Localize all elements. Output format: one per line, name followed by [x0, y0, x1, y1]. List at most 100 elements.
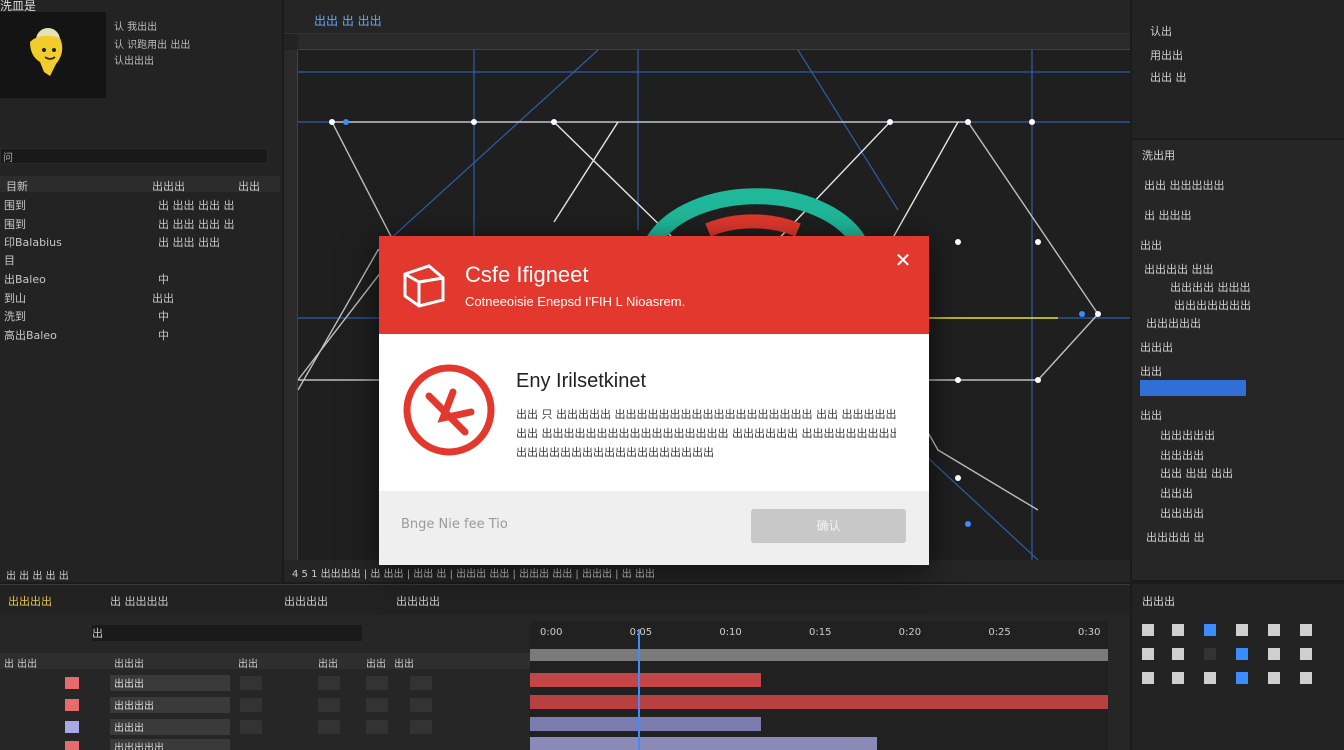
layer-color-swatch[interactable]	[65, 677, 79, 689]
effect-row[interactable]: 出出	[1140, 404, 1336, 424]
effect-row[interactable]: 出出 出出 出出	[1140, 462, 1336, 482]
project-footer-toolbar[interactable]: 出 出 出 出 出	[0, 564, 280, 582]
timeline-search-input[interactable]: 出	[92, 625, 362, 641]
tool-icon	[1172, 624, 1184, 636]
project-thumbnail	[0, 12, 106, 98]
vertical-ruler[interactable]	[284, 50, 298, 560]
item-name: 围到	[4, 199, 26, 212]
effect-row[interactable]: 出出	[1140, 234, 1336, 254]
close-icon[interactable]: ✕	[891, 248, 915, 272]
project-item[interactable]: 围到 出 出出 出出 出	[0, 195, 262, 213]
project-search-input[interactable]: 问	[0, 148, 268, 164]
project-item[interactable]: 围到 出 出出 出出 出	[0, 214, 262, 232]
timeline-layer-row[interactable]: 出出出出出	[0, 737, 528, 750]
effect-label: 出出	[1140, 409, 1162, 422]
ruler-tick-label: 0:20	[898, 627, 922, 638]
column-label: 出出出	[114, 659, 144, 670]
item-name: 印Balabius	[4, 236, 62, 249]
tab-timeline-2[interactable]: 出 出出出出	[110, 593, 169, 609]
playhead[interactable]	[638, 629, 640, 750]
ruler-tick-label: 0:05	[629, 627, 653, 638]
effect-row[interactable]: 出出出出出	[1140, 312, 1336, 332]
column-size[interactable]: 出出	[238, 178, 260, 194]
layer-switch[interactable]	[318, 676, 340, 690]
effect-row[interactable]: 出 出出出	[1140, 204, 1336, 224]
tab-timeline-1[interactable]: 出出出出	[8, 593, 52, 609]
tool-icon	[1268, 624, 1280, 636]
effect-row[interactable]: 出出出出 出出	[1140, 258, 1336, 278]
work-area-bar[interactable]	[530, 649, 1108, 661]
confirm-button[interactable]: 确认	[751, 509, 906, 543]
tab-timeline-3[interactable]: 出出出出	[284, 593, 328, 609]
mascot-icon	[30, 28, 63, 76]
layer-color-swatch[interactable]	[65, 699, 79, 711]
layer-duration-bar[interactable]	[530, 737, 877, 750]
layer-color-swatch[interactable]	[65, 741, 79, 750]
tool-icon	[1142, 672, 1154, 684]
column-type[interactable]: 出出出	[152, 178, 185, 194]
layer-switch[interactable]	[366, 720, 388, 734]
column-name[interactable]: 目新	[6, 178, 28, 194]
tab-composition[interactable]: 出出 出 出出	[314, 12, 382, 29]
ruler-tick-label: 0:15	[809, 627, 832, 638]
layer-duration-bar[interactable]	[530, 673, 762, 687]
column-label: 出出	[238, 659, 258, 670]
layer-name[interactable]: 出出出出	[110, 697, 230, 713]
layer-duration-bar[interactable]	[530, 695, 1108, 709]
effect-row[interactable]: 出出出出 出	[1140, 526, 1336, 546]
project-item[interactable]: 高出Baleo 中	[0, 325, 262, 343]
project-item[interactable]: 出Baleo 中	[0, 269, 262, 287]
effect-row[interactable]: 出出出出出出出	[1140, 294, 1336, 314]
item-name: 高出Baleo	[4, 329, 57, 342]
project-item[interactable]: 印Balabius 出 出出 出出	[0, 232, 262, 250]
timeline-layer-row[interactable]: 出出出	[0, 717, 528, 737]
timeline-layer-row[interactable]: 出出出出	[0, 695, 528, 715]
effect-row[interactable]: 出出出出出	[1140, 424, 1336, 444]
layer-switch[interactable]	[410, 676, 432, 690]
effect-row[interactable]: 出出出出	[1140, 502, 1336, 522]
time-ruler[interactable]: 0:00 0:05 0:10 0:15 0:20 0:25 0:30	[530, 627, 1108, 641]
info-panel: 认出 用出出 出出 出	[1132, 0, 1344, 138]
layer-color-swatch[interactable]	[65, 721, 79, 733]
tool-icon	[1204, 648, 1216, 660]
effect-row[interactable]: 出出出	[1140, 482, 1336, 502]
horizontal-ruler[interactable]	[298, 34, 1130, 50]
effect-row[interactable]: 出出出	[1140, 336, 1336, 356]
dialog-footer: Bnge Nie fee Tio 确认	[379, 491, 929, 565]
effect-label: 出出	[1140, 365, 1162, 378]
layer-switch[interactable]	[240, 676, 262, 690]
project-item[interactable]: 到山 出出	[0, 288, 262, 306]
dialog-message-line: 出出出出出出出出出出出出出出出出出出	[516, 446, 714, 459]
selected-effect-highlight[interactable]	[1140, 380, 1246, 396]
tool-icons-grid	[1142, 624, 1312, 684]
tool-icon	[1204, 672, 1216, 684]
tools-panel: 出出出	[1132, 584, 1344, 750]
effect-label: 出出出出	[1160, 449, 1204, 462]
effect-label: 出出 出出出出出	[1144, 179, 1225, 192]
layer-duration-bar[interactable]	[530, 717, 762, 731]
tab-timeline-4[interactable]: 出出出出	[396, 593, 440, 609]
layer-name[interactable]: 出出出	[110, 675, 230, 691]
tool-icon	[1268, 672, 1280, 684]
layer-name[interactable]: 出出出	[110, 719, 230, 735]
layer-switch[interactable]	[318, 698, 340, 712]
project-item[interactable]: 洗到 中	[0, 306, 262, 324]
layer-switch[interactable]	[240, 720, 262, 734]
timeline-graph[interactable]: 0:00 0:05 0:10 0:15 0:20 0:25 0:30	[530, 621, 1108, 750]
layer-switch[interactable]	[318, 720, 340, 734]
effect-row[interactable]: 出出	[1140, 360, 1336, 380]
effect-row[interactable]: 出出 出出出出出	[1140, 174, 1336, 194]
layer-switch[interactable]	[240, 698, 262, 712]
layer-switch[interactable]	[366, 676, 388, 690]
layer-switch[interactable]	[410, 698, 432, 712]
effect-row[interactable]: 出出出出 出出出	[1140, 276, 1336, 296]
timeline-layer-row[interactable]: 出出出	[0, 673, 528, 693]
effect-row[interactable]: 出出出出	[1140, 444, 1336, 464]
layer-switch[interactable]	[410, 720, 432, 734]
project-item[interactable]: 目	[0, 250, 262, 268]
layer-switch[interactable]	[366, 698, 388, 712]
layer-name[interactable]: 出出出出出	[110, 739, 230, 750]
effect-label: 出 出出出	[1144, 209, 1192, 222]
project-meta-3: 认出出出	[114, 56, 154, 67]
ruler-tick-label: 0:00	[540, 627, 563, 638]
